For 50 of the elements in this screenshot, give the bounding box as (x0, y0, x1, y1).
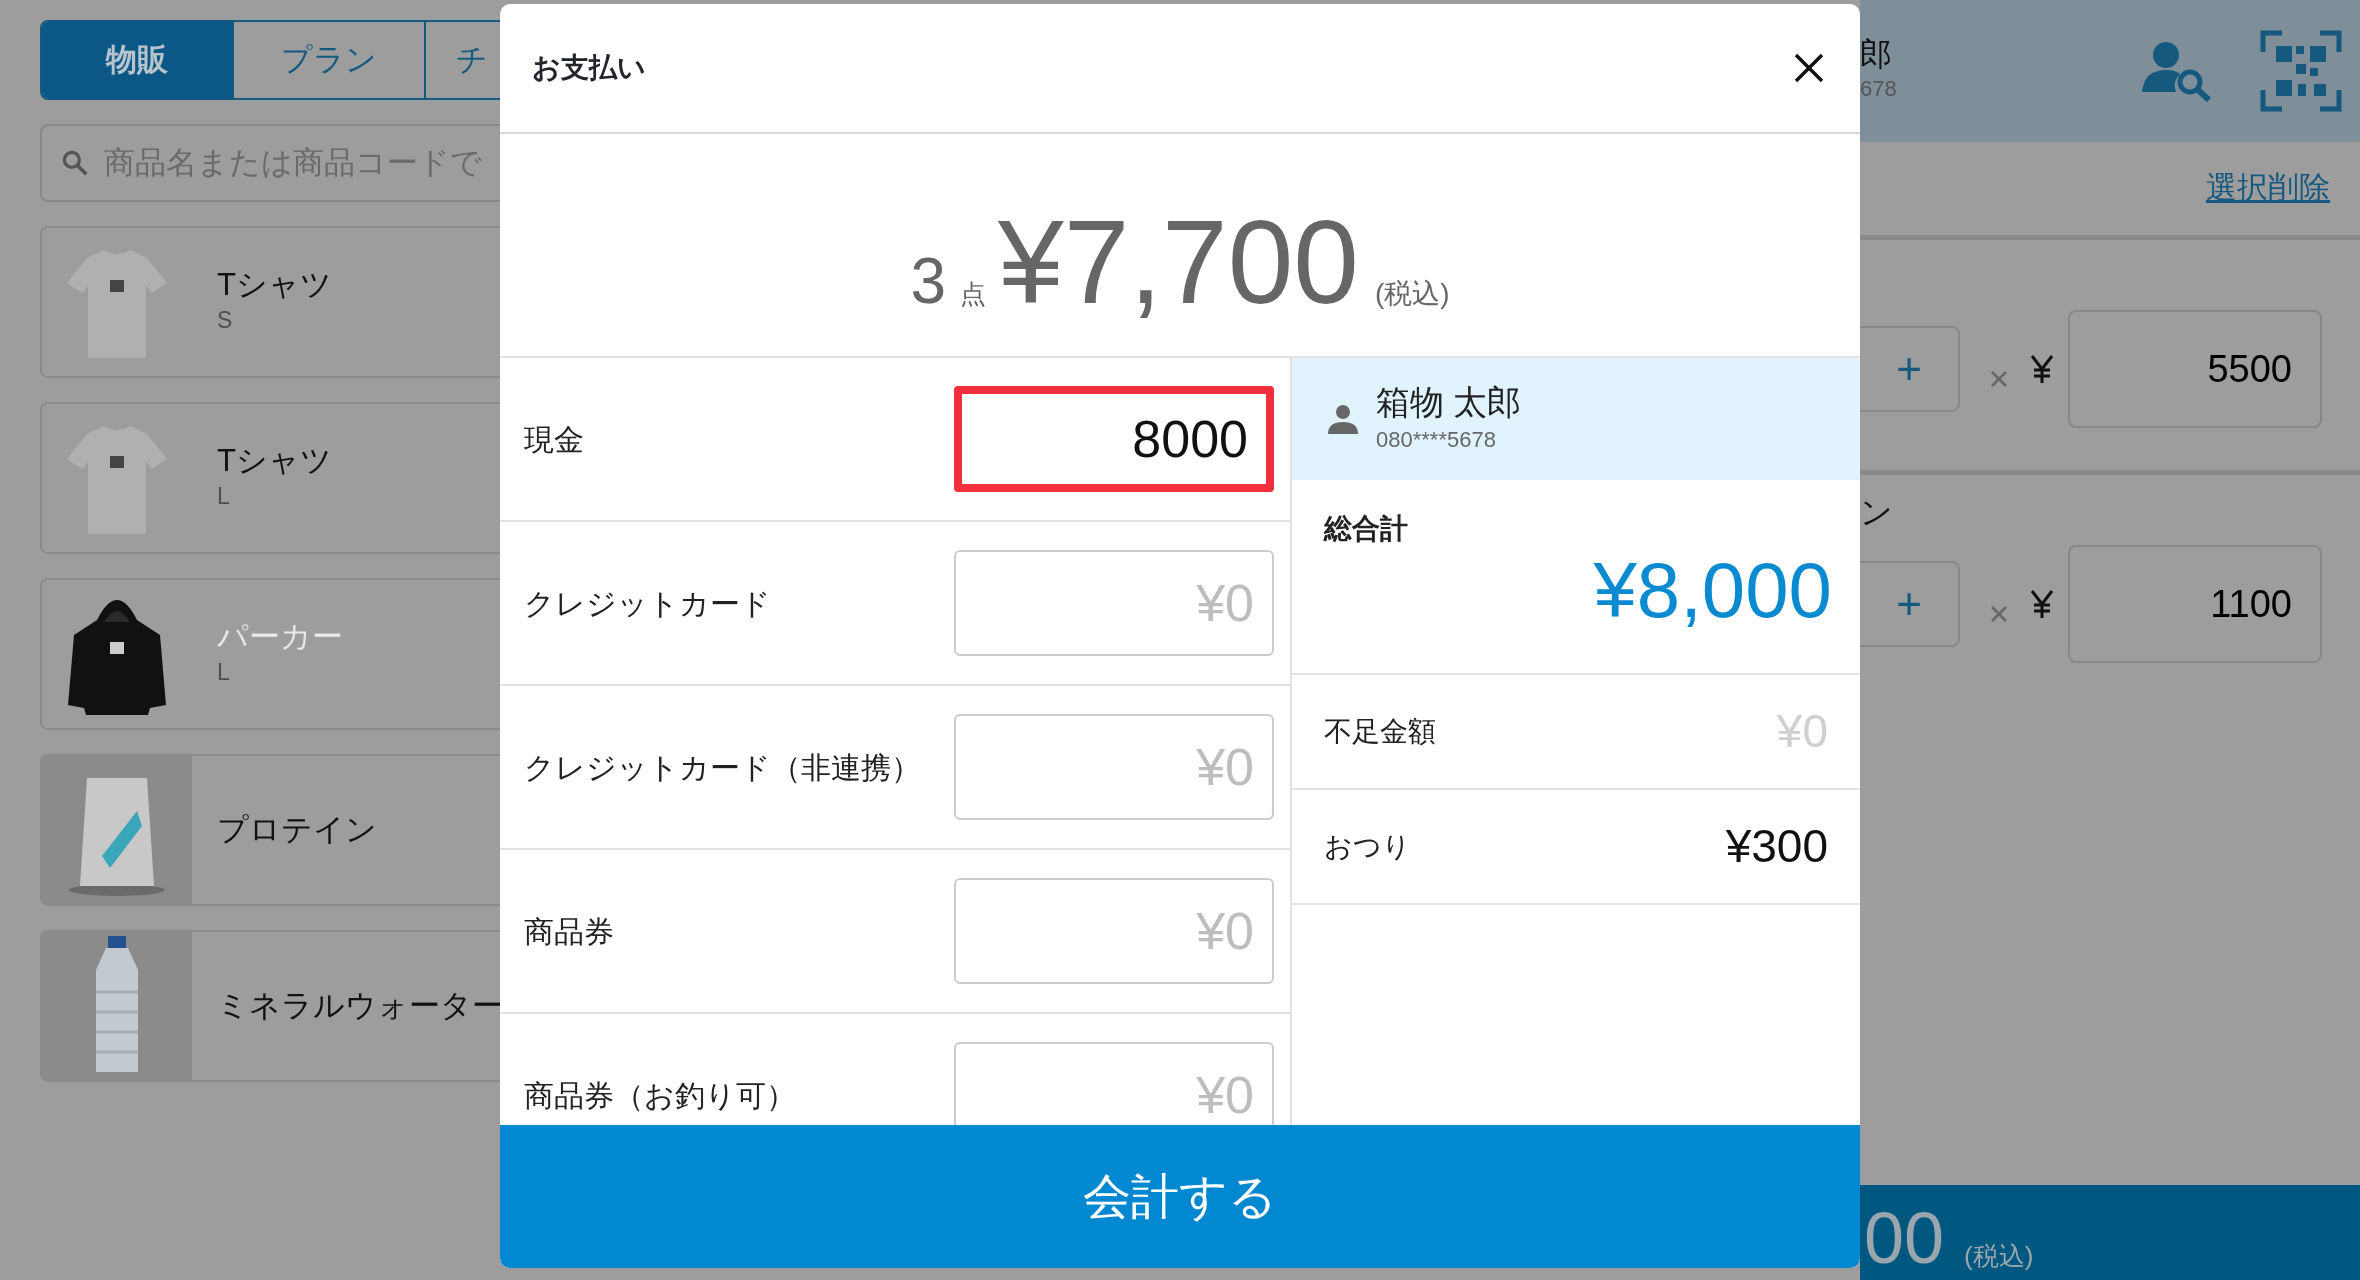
item-name: ン (1860, 494, 1893, 530)
yen-icon (2030, 354, 2054, 384)
grand-total-amount: ¥8,000 (1592, 550, 1832, 632)
item-count: 3 (910, 244, 946, 319)
checkout-button[interactable]: 会計する (500, 1125, 1860, 1268)
payment-label: 商品券 (524, 913, 614, 950)
change-label: おつり (1324, 829, 1411, 864)
product-name: Tシャツ (217, 442, 332, 480)
amount-field[interactable]: ¥0 (954, 714, 1274, 820)
close-icon (1794, 53, 1824, 83)
total-amount: 00 (1864, 1202, 1945, 1274)
amount-field[interactable]: ¥0 (954, 878, 1274, 984)
count-unit: 点 (960, 278, 986, 311)
user-search-icon[interactable] (2142, 40, 2212, 102)
product-name: プロテイン (217, 811, 377, 849)
amount-field[interactable]: ¥0 (954, 1042, 1274, 1125)
customer-phone: 080****5678 (1376, 425, 1497, 454)
product-variant: L (217, 658, 231, 688)
change-amount: ¥300 (1725, 819, 1828, 874)
customer-name: 郎 (1860, 36, 1893, 73)
qr-code-icon[interactable] (2260, 30, 2342, 112)
multiply-icon (1990, 605, 2008, 623)
tab[interactable]: プラン (234, 22, 426, 98)
amount-field[interactable]: ¥0 (954, 550, 1274, 656)
multiply-icon (1990, 370, 2008, 388)
product-name: ミネラルウォーター (217, 987, 500, 1025)
payment-label: クレジットカード (524, 585, 771, 622)
clear-selection-link[interactable]: 選択削除 (2206, 165, 2330, 212)
payment-label: 商品券（お釣り可） (524, 1077, 796, 1114)
tax-note: (税込) (1964, 1240, 2034, 1273)
price-field[interactable]: 1100 (2068, 545, 2322, 663)
search-icon (60, 148, 90, 178)
payment-label: クレジットカード（非連携） (524, 749, 921, 786)
customer-name: 箱物 太郎 (1376, 382, 1522, 423)
product-name: Tシャツ (217, 266, 332, 304)
yen-icon (2030, 589, 2054, 619)
dialog-title: お支払い (532, 51, 646, 85)
total-amount: ¥7,700 (998, 195, 1359, 330)
payment-label: 現金 (524, 421, 584, 458)
product-variant: L (217, 482, 231, 512)
customer-phone: 678 (1860, 75, 1897, 104)
product-variant: S (217, 306, 234, 336)
tab[interactable]: 物販 (42, 22, 234, 98)
amount-field[interactable]: 8000 (954, 386, 1274, 492)
shortage-label: 不足金額 (1324, 714, 1436, 749)
tax-note: (税込) (1374, 277, 1450, 311)
person-icon (1328, 404, 1358, 434)
product-name: パーカー (217, 618, 343, 656)
price-field[interactable]: 5500 (2068, 310, 2322, 428)
grand-total-label: 総合計 (1324, 512, 1409, 546)
